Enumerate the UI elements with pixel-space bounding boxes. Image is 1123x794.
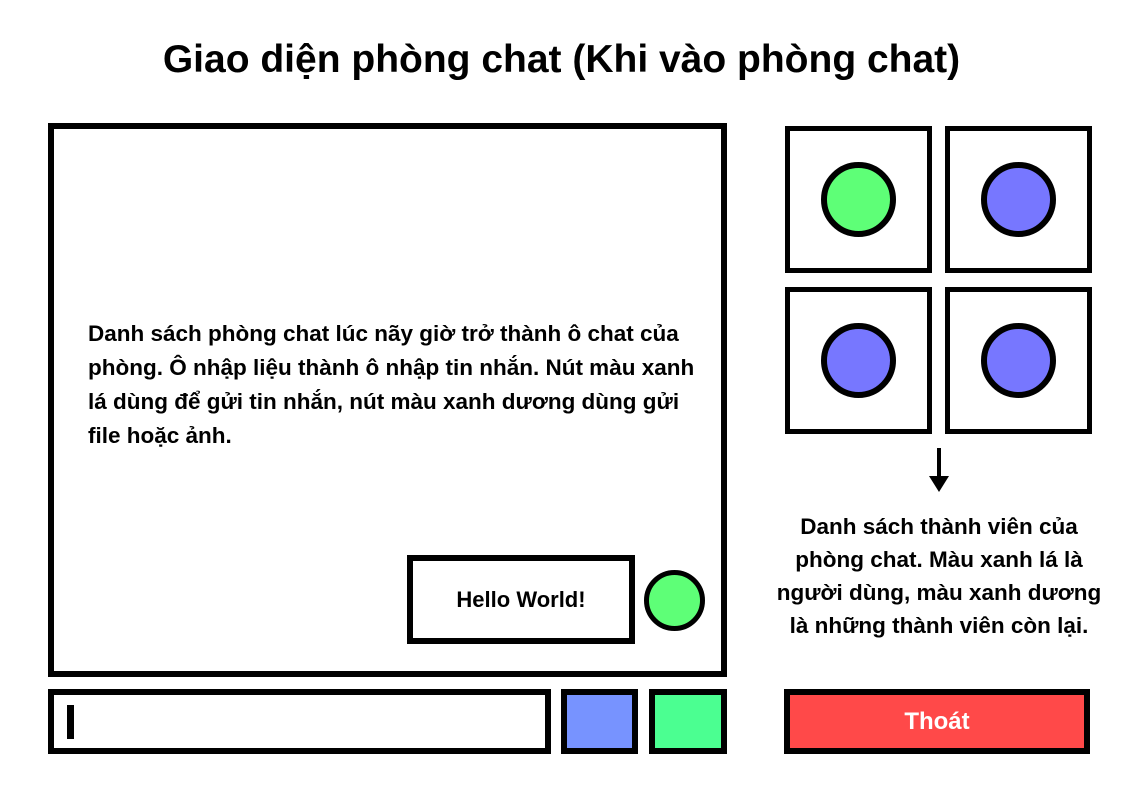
send-message-button[interactable] xyxy=(649,689,727,754)
text-caret xyxy=(67,705,74,739)
chat-message-area: Danh sách phòng chat lúc nãy giờ trở thà… xyxy=(48,123,727,677)
exit-button[interactable]: Thoát xyxy=(784,689,1090,754)
page: Giao diện phòng chat (Khi vào phòng chat… xyxy=(0,0,1123,794)
message-bubble: Hello World! xyxy=(407,555,635,644)
member-avatar xyxy=(821,162,896,237)
message-input[interactable] xyxy=(48,689,551,754)
member-avatar xyxy=(821,323,896,398)
member-avatar xyxy=(981,162,1056,237)
member-list-description: Danh sách thành viên của phòng chat. Màu… xyxy=(776,514,1102,638)
member-tile-other[interactable] xyxy=(785,287,932,434)
member-tile-other[interactable] xyxy=(945,126,1092,273)
page-title: Giao diện phòng chat (Khi vào phòng chat… xyxy=(162,38,961,81)
down-arrow-icon xyxy=(929,448,949,492)
member-avatar xyxy=(981,323,1056,398)
exit-button-label: Thoát xyxy=(904,707,970,735)
message-sender-avatar xyxy=(644,570,705,631)
member-tile-other[interactable] xyxy=(945,287,1092,434)
message-text: Hello World! xyxy=(456,586,586,612)
chat-area-description: Danh sách phòng chat lúc nãy giờ trở thà… xyxy=(88,321,695,448)
member-tile-self[interactable] xyxy=(785,126,932,273)
send-file-button[interactable] xyxy=(561,689,638,754)
